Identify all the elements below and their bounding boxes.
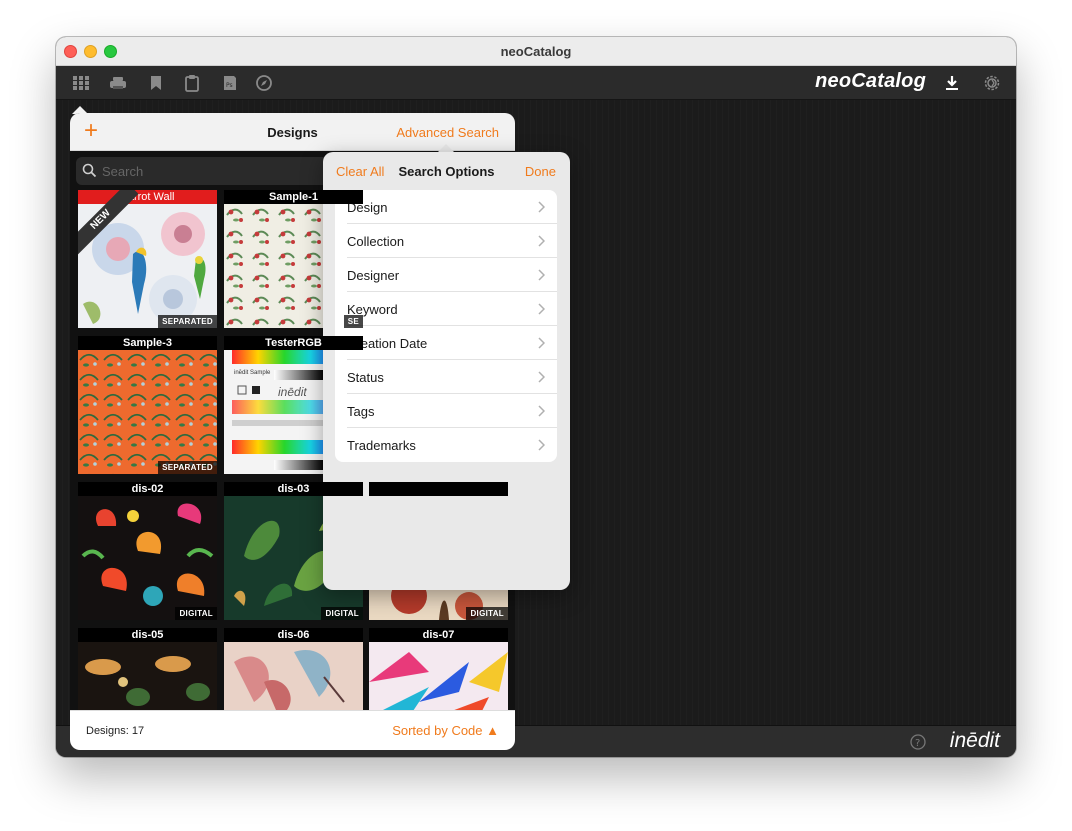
chevron-right-icon [538,235,545,247]
tile-label: dis-05 [78,628,217,642]
design-thumbnail [78,642,217,710]
photoshop-icon[interactable]: Ps [220,74,238,92]
option-tags[interactable]: Tags [347,394,557,428]
toolbar: Ps neoCatalog [56,66,1016,100]
design-tile-sample-3[interactable]: Sample-3 SEPARATED [78,336,217,474]
add-design-button[interactable]: + [84,119,98,143]
svg-text:?: ? [915,738,920,749]
done-button[interactable]: Done [525,164,556,179]
digital-badge: DIGITAL [321,607,363,620]
sort-button[interactable]: Sorted by Code ▲ [392,723,499,738]
tile-label: Sample-3 [78,336,217,350]
tile-label: Sample-1 [224,190,363,204]
design-thumbnail [78,350,217,474]
option-label: Status [347,370,384,385]
chevron-right-icon [538,201,545,213]
window-title: neoCatalog [500,44,572,59]
separated-badge: SEPARATED [158,315,217,328]
tile-label: Parrot Wall [78,190,217,204]
separated-badge: SE [343,315,363,328]
option-collection[interactable]: Collection [347,224,557,258]
option-label: Trademarks [347,438,416,453]
design-tile-dis-05[interactable]: dis-05 [78,628,217,710]
bookmark-icon[interactable] [147,74,165,92]
title-bar: neoCatalog [56,37,1016,66]
inedit-logo: inēdit [949,729,1000,752]
tile-label [369,482,508,496]
tester-sample-text: inēdit Sample [234,370,271,376]
digital-badge: DIGITAL [175,607,217,620]
design-thumbnail [78,496,217,620]
clipboard-icon[interactable] [183,74,201,92]
design-thumbnail [369,642,508,710]
download-icon[interactable] [943,74,961,92]
option-creation-date[interactable]: Creation Date [347,326,557,360]
tile-label: dis-06 [224,628,363,642]
option-designer[interactable]: Designer [347,258,557,292]
option-keyword[interactable]: Keyword [347,292,557,326]
brand-logo: neoCatalog [815,70,926,92]
separated-badge: SEPARATED [158,461,217,474]
digital-badge: DIGITAL [466,607,508,620]
chevron-right-icon [538,269,545,281]
design-tile-dis-06[interactable]: dis-06 [224,628,363,710]
settings-icon[interactable] [983,74,1001,92]
designs-count: Designs: 17 [86,725,145,737]
tile-label: dis-03 [224,482,363,496]
tile-label: dis-07 [369,628,508,642]
chevron-right-icon [538,337,545,349]
chevron-right-icon [538,439,545,451]
compass-icon[interactable] [255,74,273,92]
tester-logo: inēdit [278,385,307,399]
tile-label: dis-02 [78,482,217,496]
option-label: Tags [347,404,375,419]
designs-panel-footer: Designs: 17 Sorted by Code ▲ [70,710,515,750]
advanced-search-button[interactable]: Advanced Search [396,125,499,140]
option-status[interactable]: Status [347,360,557,394]
design-thumbnail [224,642,363,710]
clear-all-button[interactable]: Clear All [336,164,384,179]
svg-text:Ps: Ps [226,82,233,89]
search-options-list: Design Collection Designer Keyword Creat… [335,190,557,462]
chevron-right-icon [538,303,545,315]
help-icon[interactable]: ? [910,734,926,750]
option-trademarks[interactable]: Trademarks [347,428,557,462]
design-tile-dis-07[interactable]: dis-07 [369,628,508,710]
printer-icon[interactable] [109,74,127,92]
option-design[interactable]: Design [347,190,557,224]
tile-label: TesterRGB [224,336,363,350]
search-options-popover: Clear All Search Options Done Design Col… [323,152,570,590]
design-tile-dis-02[interactable]: dis-02 DIGITAL [78,482,217,620]
option-label: Collection [347,234,405,249]
design-tile-parrot-wall[interactable]: Parrot Wall NEW SEPARATED [78,190,217,328]
grid-icon[interactable] [72,74,90,92]
option-label: Designer [347,268,400,283]
chevron-right-icon [538,371,545,383]
chevron-right-icon [538,405,545,417]
search-icon [82,163,97,178]
